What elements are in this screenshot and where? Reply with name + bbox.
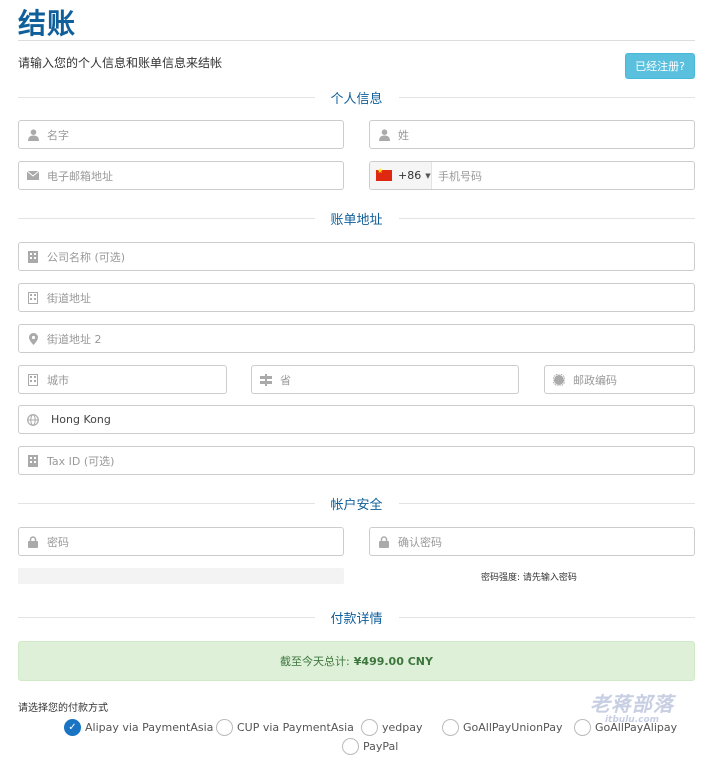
order-total-banner: 截至今天总计: ¥499.00 CNY [18,641,695,681]
country-select[interactable]: Hong Kong [18,405,695,434]
country-dial-code: +86 [398,169,422,182]
last-name-field[interactable]: 姓 [369,120,695,149]
country-code-selector[interactable]: +86 ▼ [370,162,432,189]
check-icon[interactable]: ✓ [64,719,81,736]
street2-placeholder: 街道地址 2 [47,332,102,346]
password-strength-bar [18,568,344,584]
title-divider [18,40,695,41]
user-icon [370,128,398,141]
payment-option-label: GoAllPayUnionPay [463,721,563,734]
payment-option-goallpay-unionpay[interactable]: GoAllPayUnionPay [442,719,562,736]
building-icon [19,250,47,263]
postcode-field[interactable]: 邮政编码 [544,365,695,394]
state-placeholder: 省 [280,373,291,387]
street-placeholder: 街道地址 [47,291,91,305]
payment-option-paypal[interactable]: PayPal [342,738,398,755]
payment-option-label: CUP via PaymentAsia [237,721,354,734]
caret-down-icon: ▼ [425,171,431,180]
building-icon [19,454,47,467]
section-account-security: 帐户安全 [18,496,696,513]
section-billing-address: 账单地址 [18,211,696,228]
city-field[interactable]: 城市 [18,365,227,394]
payment-option-yedpay[interactable]: yedpay [361,719,423,736]
payment-option-alipay-paymentasia[interactable]: ✓ Alipay via PaymentAsia [64,719,213,736]
radio-button[interactable] [574,719,591,736]
signpost-icon [252,373,280,386]
already-registered-button[interactable]: 已经注册? [625,53,695,79]
first-name-placeholder: 名字 [47,128,69,142]
building-outline-icon [19,373,47,386]
total-amount: ¥499.00 CNY [353,654,433,668]
confirm-password-placeholder: 确认密码 [398,535,442,549]
password-strength-text: 密码强度: 请先输入密码 [481,573,577,583]
state-field[interactable]: 省 [251,365,519,394]
company-placeholder: 公司名称 (可选) [47,250,126,264]
radio-button[interactable] [342,738,359,755]
radio-button[interactable] [216,719,233,736]
section-title: 账单地址 [330,212,383,228]
phone-placeholder: 手机号码 [438,169,482,183]
email-placeholder: 电子邮箱地址 [47,169,113,183]
company-field[interactable]: 公司名称 (可选) [18,242,695,271]
section-title: 付款详情 [330,611,383,627]
globe-icon [19,413,47,426]
tax-id-placeholder: Tax ID (可选) [47,454,115,468]
lock-icon [370,535,398,548]
user-icon [19,128,47,141]
payment-option-cup-paymentasia[interactable]: CUP via PaymentAsia [216,719,354,736]
last-name-placeholder: 姓 [398,128,409,142]
radio-button[interactable] [361,719,378,736]
radio-button[interactable] [442,719,459,736]
total-label: 截至今天总计: [280,655,350,668]
city-placeholder: 城市 [47,373,69,387]
first-name-field[interactable]: 名字 [18,120,344,149]
lock-icon [19,535,47,548]
certificate-icon [545,373,573,386]
page-title: 结账 [18,7,77,40]
postcode-placeholder: 邮政编码 [573,373,617,387]
country-value: Hong Kong [51,413,111,426]
street-field[interactable]: 街道地址 [18,283,695,312]
payment-option-label: yedpay [382,721,423,734]
section-title: 个人信息 [330,91,383,107]
payment-method-label: 请选择您的付款方式 [18,703,108,714]
watermark-logo: 老蒋部落 itbulu.com [590,688,674,725]
china-flag-icon [376,167,392,181]
watermark-title: 老蒋部落 [590,692,674,716]
section-title: 帐户安全 [330,497,383,513]
tax-id-field[interactable]: Tax ID (可选) [18,446,695,475]
email-field[interactable]: 电子邮箱地址 [18,161,344,190]
section-payment-details: 付款详情 [18,610,696,627]
building-outline-icon [19,291,47,304]
payment-option-label: PayPal [363,740,399,753]
envelope-icon [19,171,47,180]
confirm-password-field[interactable]: 确认密码 [369,527,695,556]
password-placeholder: 密码 [47,535,69,549]
street2-field[interactable]: 街道地址 2 [18,324,695,353]
map-marker-icon [19,332,47,345]
section-personal-info: 个人信息 [18,90,696,107]
password-field[interactable]: 密码 [18,527,344,556]
payment-option-label: Alipay via PaymentAsia [85,721,214,734]
phone-field[interactable]: +86 ▼ 手机号码 [369,161,695,190]
page-subtitle: 请输入您的个人信息和账单信息来结帐 [18,56,223,70]
